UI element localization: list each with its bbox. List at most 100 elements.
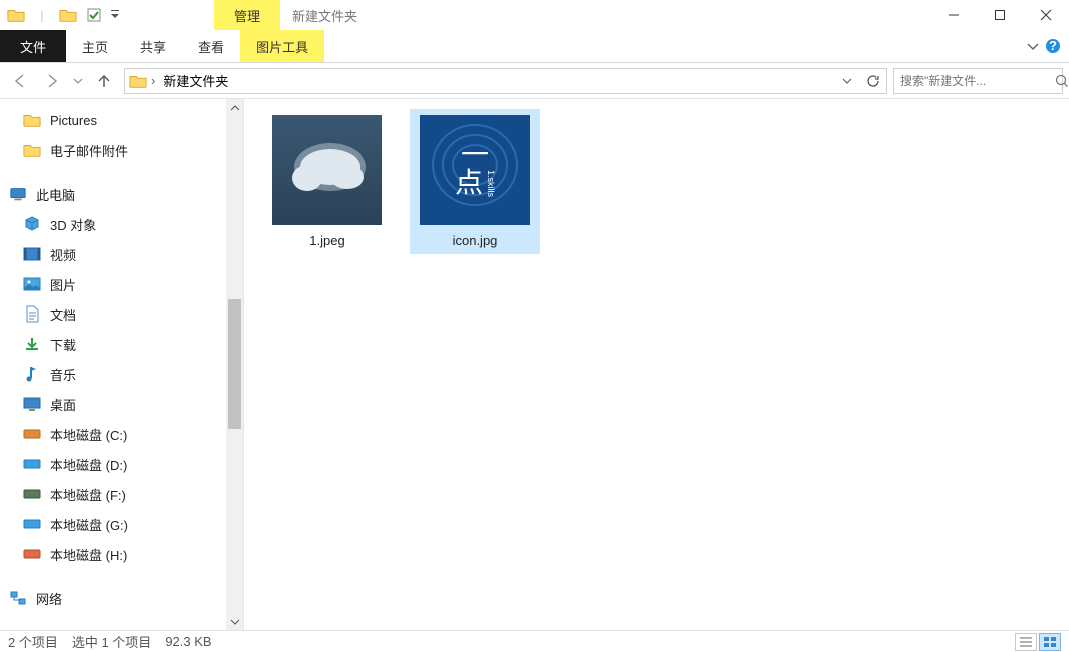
- tab-view[interactable]: 查看: [182, 30, 240, 62]
- close-button[interactable]: [1023, 0, 1069, 30]
- tree-label: 3D 对象: [50, 215, 96, 234]
- drive-icon: [22, 544, 42, 564]
- picture-icon: [22, 274, 42, 294]
- address-bar[interactable]: › 新建文件夹: [124, 68, 887, 94]
- address-bar-row: › 新建文件夹: [0, 63, 1069, 99]
- checkbox-icon[interactable]: [82, 3, 106, 27]
- tree-item-drive-d[interactable]: 本地磁盘 (D:): [0, 449, 243, 479]
- tree-item-documents[interactable]: 文档: [0, 299, 243, 329]
- thumb-text: 1.skills: [486, 170, 495, 197]
- file-thumbnail: 一 点1.skills: [420, 115, 530, 225]
- scroll-down-icon[interactable]: [226, 613, 243, 630]
- tree-label: 本地磁盘 (H:): [50, 545, 127, 564]
- thumb-text: 一: [461, 142, 489, 170]
- download-icon: [22, 334, 42, 354]
- file-name: 1.jpeg: [309, 233, 344, 248]
- search-box[interactable]: [893, 68, 1063, 94]
- tree-label: 音乐: [50, 365, 76, 384]
- tree-item-videos[interactable]: 视频: [0, 239, 243, 269]
- desktop-icon: [22, 394, 42, 414]
- view-mode-buttons: [1015, 633, 1061, 651]
- tree-label: 视频: [50, 245, 76, 264]
- folder-icon[interactable]: [56, 3, 80, 27]
- document-icon: [22, 304, 42, 324]
- file-name: icon.jpg: [453, 233, 498, 248]
- file-thumbnail: [272, 115, 382, 225]
- tree-item-drive-h[interactable]: 本地磁盘 (H:): [0, 539, 243, 569]
- tree-label: 文档: [50, 305, 76, 324]
- tree-label: 桌面: [50, 395, 76, 414]
- drive-icon: [22, 454, 42, 474]
- status-size: 92.3 KB: [165, 634, 211, 649]
- file-item[interactable]: 一 点1.skills icon.jpg: [410, 109, 540, 254]
- titlebar: | 管理 新建文件夹: [0, 0, 1069, 30]
- up-button[interactable]: [90, 67, 118, 95]
- drive-icon: [22, 514, 42, 534]
- tree-item-drive-g[interactable]: 本地磁盘 (G:): [0, 509, 243, 539]
- tree-label: 下载: [50, 335, 76, 354]
- tree-label: 此电脑: [36, 185, 75, 204]
- tree-item-this-pc[interactable]: 此电脑: [0, 179, 243, 209]
- folder-icon: [22, 110, 42, 130]
- help-icon[interactable]: ?: [1045, 38, 1061, 54]
- tree-item-drive-c[interactable]: 本地磁盘 (C:): [0, 419, 243, 449]
- qat-dropdown-icon[interactable]: [108, 3, 122, 27]
- forward-button[interactable]: [38, 67, 66, 95]
- status-bar: 2 个项目 选中 1 个项目 92.3 KB: [0, 630, 1069, 652]
- tab-home[interactable]: 主页: [66, 30, 124, 62]
- tree-scrollbar[interactable]: [226, 99, 243, 630]
- address-dropdown-icon[interactable]: [834, 69, 860, 93]
- maximize-button[interactable]: [977, 0, 1023, 30]
- tree-label: 网络: [36, 589, 62, 608]
- search-input[interactable]: [894, 74, 1055, 88]
- tree-item-attachments[interactable]: 电子邮件附件: [0, 135, 243, 165]
- thumbnails-view-button[interactable]: [1039, 633, 1061, 651]
- scroll-up-icon[interactable]: [226, 99, 243, 116]
- breadcrumb-current[interactable]: 新建文件夹: [157, 69, 234, 93]
- navigation-pane: Pictures 电子邮件附件 此电脑 3D 对象 视频 图片 文档 下载 音乐…: [0, 99, 244, 630]
- pc-icon: [8, 184, 28, 204]
- drive-icon: [22, 484, 42, 504]
- tree-label: 本地磁盘 (C:): [50, 425, 127, 444]
- nav-buttons: [6, 67, 118, 95]
- tab-file[interactable]: 文件: [0, 30, 66, 62]
- cube-icon: [22, 214, 42, 234]
- file-list-pane[interactable]: 1.jpeg 一 点1.skills icon.jpg: [244, 99, 1069, 630]
- ribbon-tabs: 文件 主页 共享 查看 图片工具 ?: [0, 30, 1069, 63]
- back-button[interactable]: [6, 67, 34, 95]
- refresh-icon[interactable]: [860, 69, 886, 93]
- status-item-count: 2 个项目: [8, 632, 58, 651]
- window-title: 新建文件夹: [292, 6, 357, 25]
- qat-separator: |: [30, 3, 54, 27]
- breadcrumb-separator[interactable]: ›: [149, 73, 157, 88]
- manage-context-tab[interactable]: 管理: [214, 0, 280, 30]
- folder-icon: [127, 70, 149, 92]
- drive-icon: [22, 424, 42, 444]
- ribbon-expand-icon[interactable]: [1027, 40, 1039, 52]
- tab-picture-tools[interactable]: 图片工具: [240, 30, 324, 62]
- tree-label: 本地磁盘 (F:): [50, 485, 126, 504]
- thumb-text: 点: [455, 170, 483, 198]
- music-icon: [22, 364, 42, 384]
- tree-item-pictures[interactable]: Pictures: [0, 105, 243, 135]
- tree-label: 本地磁盘 (G:): [50, 515, 128, 534]
- quick-access-toolbar: |: [0, 3, 122, 27]
- tree-item-music[interactable]: 音乐: [0, 359, 243, 389]
- tree-item-downloads[interactable]: 下载: [0, 329, 243, 359]
- scroll-thumb[interactable]: [228, 299, 241, 429]
- search-icon[interactable]: [1055, 74, 1069, 88]
- tree-item-network[interactable]: 网络: [0, 583, 243, 613]
- file-item[interactable]: 1.jpeg: [262, 109, 392, 254]
- tree-item-drive-f[interactable]: 本地磁盘 (F:): [0, 479, 243, 509]
- folder-icon[interactable]: [4, 3, 28, 27]
- tab-share[interactable]: 共享: [124, 30, 182, 62]
- tree-item-3d[interactable]: 3D 对象: [0, 209, 243, 239]
- window-controls: [931, 0, 1069, 30]
- recent-dropdown-icon[interactable]: [70, 67, 86, 95]
- minimize-button[interactable]: [931, 0, 977, 30]
- details-view-button[interactable]: [1015, 633, 1037, 651]
- svg-text:?: ?: [1049, 38, 1057, 53]
- tree-item-desktop[interactable]: 桌面: [0, 389, 243, 419]
- tree-item-pictures2[interactable]: 图片: [0, 269, 243, 299]
- video-icon: [22, 244, 42, 264]
